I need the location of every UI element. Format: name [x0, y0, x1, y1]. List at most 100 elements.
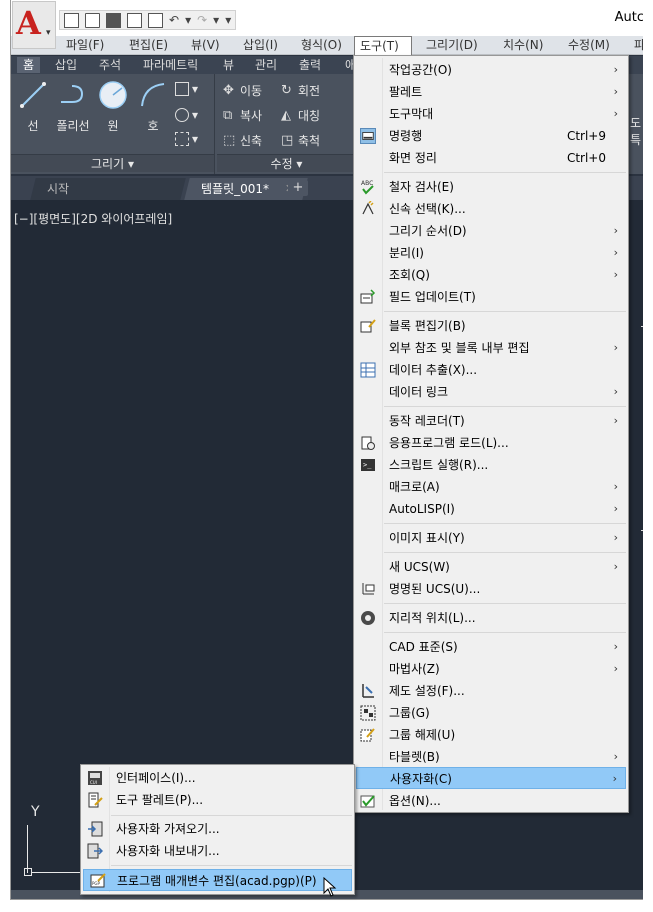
menu-item-cad-standards[interactable]: CAD 표준(S) › — [354, 636, 628, 658]
menu-item-geographic-location[interactable]: 지리적 위치(L)... — [354, 607, 628, 629]
menu-separator — [384, 552, 626, 553]
menu-tools[interactable]: 도구(T) — [354, 36, 412, 55]
copy-icon: ⧉ — [223, 107, 233, 123]
menu-item-isolate[interactable]: 분리(I) › — [354, 242, 628, 264]
rotate-label: 회전 — [298, 84, 321, 98]
menu-item-label: 철자 검사(E) — [389, 180, 454, 194]
new-file-icon[interactable] — [64, 12, 79, 28]
redo-icon[interactable]: ↷ — [197, 13, 207, 27]
tab-insert[interactable]: 삽입 — [49, 57, 83, 73]
menu-item-interface[interactable]: CUI 인터페이스(I)... — [81, 767, 354, 789]
menu-item-macro[interactable]: 매크로(A) › — [354, 476, 628, 498]
menu-item-command-line[interactable]: 명령행 Ctrl+9 — [354, 125, 628, 147]
menu-item-options[interactable]: 옵션(N)... — [354, 790, 628, 812]
menu-item-draw-order[interactable]: 그리기 순서(D) › — [354, 220, 628, 242]
line-tool[interactable]: 선 — [13, 80, 53, 134]
move-tool[interactable]: ✥ 이동 — [223, 82, 262, 99]
menu-item-shortcut: Ctrl+0 — [566, 151, 606, 165]
chevron-down-icon: ▾ — [46, 28, 51, 38]
menu-dimension[interactable]: 치수(N) — [498, 37, 548, 54]
menu-item-ungroup[interactable]: 그룹 해제(U) — [354, 724, 628, 746]
stretch-tool[interactable]: ⬚ 신축 — [223, 132, 262, 149]
menu-item-group[interactable]: 그룹(G) — [354, 702, 628, 724]
menu-item-palettes[interactable]: 팔레트 › — [354, 81, 628, 103]
menu-item-named-ucs[interactable]: 명명된 UCS(U)... — [354, 578, 628, 600]
save-icon[interactable] — [106, 12, 121, 28]
menu-item-drafting-settings[interactable]: 제도 설정(F)... — [354, 680, 628, 702]
menu-edit[interactable]: 편집(E) — [124, 37, 173, 54]
menu-separator — [384, 632, 626, 633]
rotate-tool[interactable]: ↻ 회전 — [281, 82, 320, 99]
menu-item-data-extraction[interactable]: 데이터 추출(X)... — [354, 359, 628, 381]
tab-start[interactable]: 시작 — [30, 178, 186, 200]
menu-item-update-fields[interactable]: 필드 업데이트(T) — [354, 286, 628, 308]
stretch-icon: ⬚ — [223, 132, 236, 148]
menu-item-label: 조회(Q) — [389, 268, 430, 282]
menu-item-tablet[interactable]: 타블렛(B) › — [354, 746, 628, 768]
arc-tool[interactable]: 호 — [133, 80, 173, 134]
chevron-down-icon[interactable]: ▾ — [213, 13, 219, 27]
divider — [641, 326, 643, 327]
tab-annotate[interactable]: 주석 — [93, 57, 127, 73]
scale-tool[interactable]: ◳ 축척 — [281, 132, 320, 149]
viewport-controls[interactable]: [−][평면도][2D 와이어프레임] — [14, 210, 172, 227]
menu-item-workspaces[interactable]: 작업공간(O) › — [354, 59, 628, 81]
menu-item-block-editor[interactable]: 블록 편집기(B) — [354, 315, 628, 337]
menu-item-inquiry[interactable]: 조회(Q) › — [354, 264, 628, 286]
menu-format[interactable]: 형식(O) — [296, 37, 347, 54]
menu-item-load-application[interactable]: 응용프로그램 로드(L)... — [354, 432, 628, 454]
application-menu-button[interactable]: A ▾ — [12, 1, 56, 49]
menu-item-action-recorder[interactable]: 동작 레코더(T) › — [354, 410, 628, 432]
tab-home[interactable]: 홈 — [17, 57, 41, 73]
menu-item-quick-select[interactable]: 신속 선택(K)... — [354, 198, 628, 220]
menu-item-label: 명령행 — [389, 129, 423, 143]
boundary-tool[interactable]: ▾ — [175, 132, 198, 146]
rectangle-tool[interactable]: ▾ — [175, 82, 198, 96]
menu-item-label: 도구막대 — [389, 107, 434, 121]
menu-parametric[interactable]: 파 — [629, 37, 643, 54]
menu-item-data-links[interactable]: 데이터 링크 › — [354, 381, 628, 403]
submenu-arrow-icon: › — [613, 385, 618, 398]
menu-item-autolisp[interactable]: AutoLISP(I) › — [354, 498, 628, 520]
tab-view[interactable]: 뷰 — [217, 57, 240, 73]
new-tab-icon[interactable]: + — [288, 180, 308, 196]
menu-separator — [111, 815, 352, 816]
print-icon[interactable] — [148, 12, 163, 28]
menu-file[interactable]: 파일(F) — [61, 37, 109, 54]
menu-item-spelling[interactable]: ABC 철자 검사(E) — [354, 176, 628, 198]
menu-draw[interactable]: 그리기(D) — [421, 37, 483, 54]
copy-tool[interactable]: ⧉ 복사 — [223, 107, 262, 124]
circle-tool[interactable]: 원 — [93, 80, 133, 134]
menu-item-edit-program-parameters[interactable]: PGP 프로그램 매개변수 편집(acad.pgp)(P) — [83, 869, 352, 891]
menu-item-import-customizations[interactable]: 사용자화 가져오기... — [81, 818, 354, 840]
menu-item-clean-screen[interactable]: 화면 정리 Ctrl+0 — [354, 147, 628, 169]
open-file-icon[interactable] — [85, 12, 100, 28]
drafting-settings-icon — [362, 684, 374, 698]
named-ucs-icon — [362, 583, 375, 595]
menu-item-customize[interactable]: 사용자화(C) › — [356, 767, 626, 789]
modify-panel-label[interactable]: 수정 ▾ — [217, 154, 356, 172]
menu-item-label: CAD 표준(S) — [389, 640, 458, 654]
menu-modify[interactable]: 수정(M) — [563, 37, 615, 54]
menu-item-wizards[interactable]: 마법사(Z) › — [354, 658, 628, 680]
customize-qat-icon[interactable]: ▾ — [225, 13, 231, 27]
menu-item-xref-edit[interactable]: 외부 참조 및 블록 내부 편집 › — [354, 337, 628, 359]
menu-item-run-script[interactable]: >_ 스크립트 실행(R)... — [354, 454, 628, 476]
menu-item-display-image[interactable]: 이미지 표시(Y) › — [354, 527, 628, 549]
hatch-tool[interactable]: ▾ — [175, 108, 198, 122]
tab-parametric[interactable]: 파라메트릭 — [137, 57, 204, 73]
chevron-down-icon[interactable]: ▾ — [185, 13, 191, 27]
save-as-icon[interactable] — [127, 12, 142, 28]
tab-manage[interactable]: 관리 — [249, 57, 283, 73]
draw-panel-label[interactable]: 그리기 ▾ — [11, 154, 214, 172]
undo-icon[interactable]: ↶ — [169, 13, 179, 27]
mirror-tool[interactable]: ◭ 대칭 — [281, 107, 320, 124]
menu-item-tool-palettes[interactable]: 도구 팔레트(P)... — [81, 789, 354, 811]
polyline-tool[interactable]: 폴리선 — [53, 80, 93, 134]
menu-insert[interactable]: 삽입(I) — [238, 37, 283, 54]
menu-view[interactable]: 뷰(V) — [186, 37, 225, 54]
menu-item-export-customizations[interactable]: 사용자화 내보내기... — [81, 840, 354, 862]
tab-output[interactable]: 출력 — [293, 57, 327, 73]
menu-item-new-ucs[interactable]: 새 UCS(W) › — [354, 556, 628, 578]
menu-item-toolbars[interactable]: 도구막대 › — [354, 103, 628, 125]
